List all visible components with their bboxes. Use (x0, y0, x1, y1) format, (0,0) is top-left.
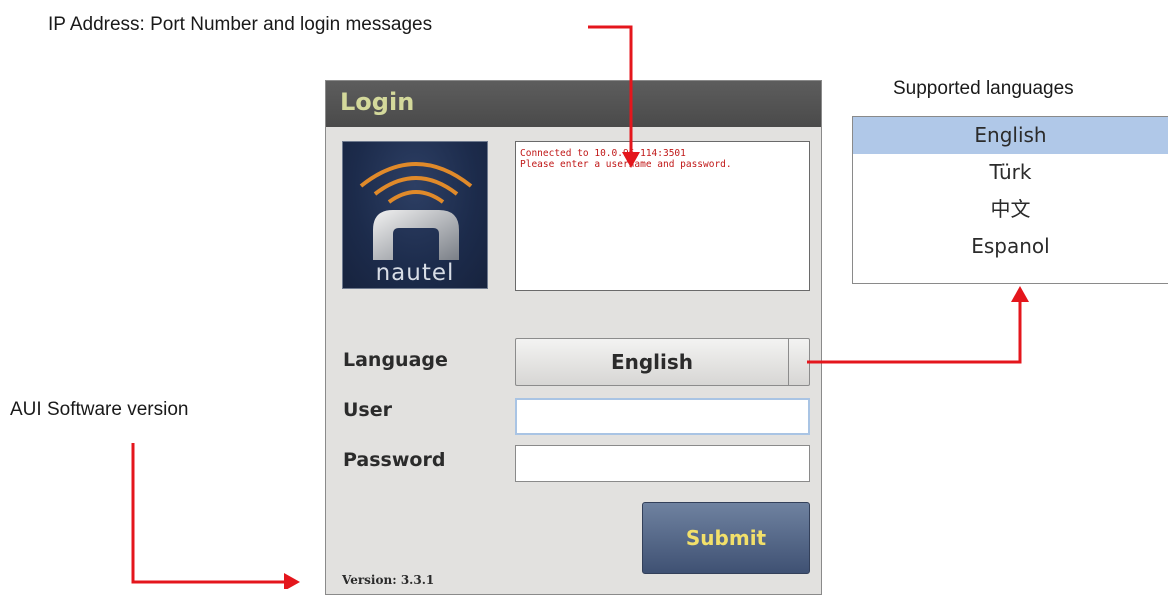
version-arrow-line (131, 443, 285, 584)
language-arrow-head-icon (1011, 286, 1029, 302)
version-arrow-head-icon (284, 573, 300, 589)
ip-arrow-head-icon (622, 152, 640, 168)
language-arrow-line (807, 302, 1022, 364)
callout-arrows (131, 25, 1029, 589)
ip-arrow-line (588, 25, 633, 152)
